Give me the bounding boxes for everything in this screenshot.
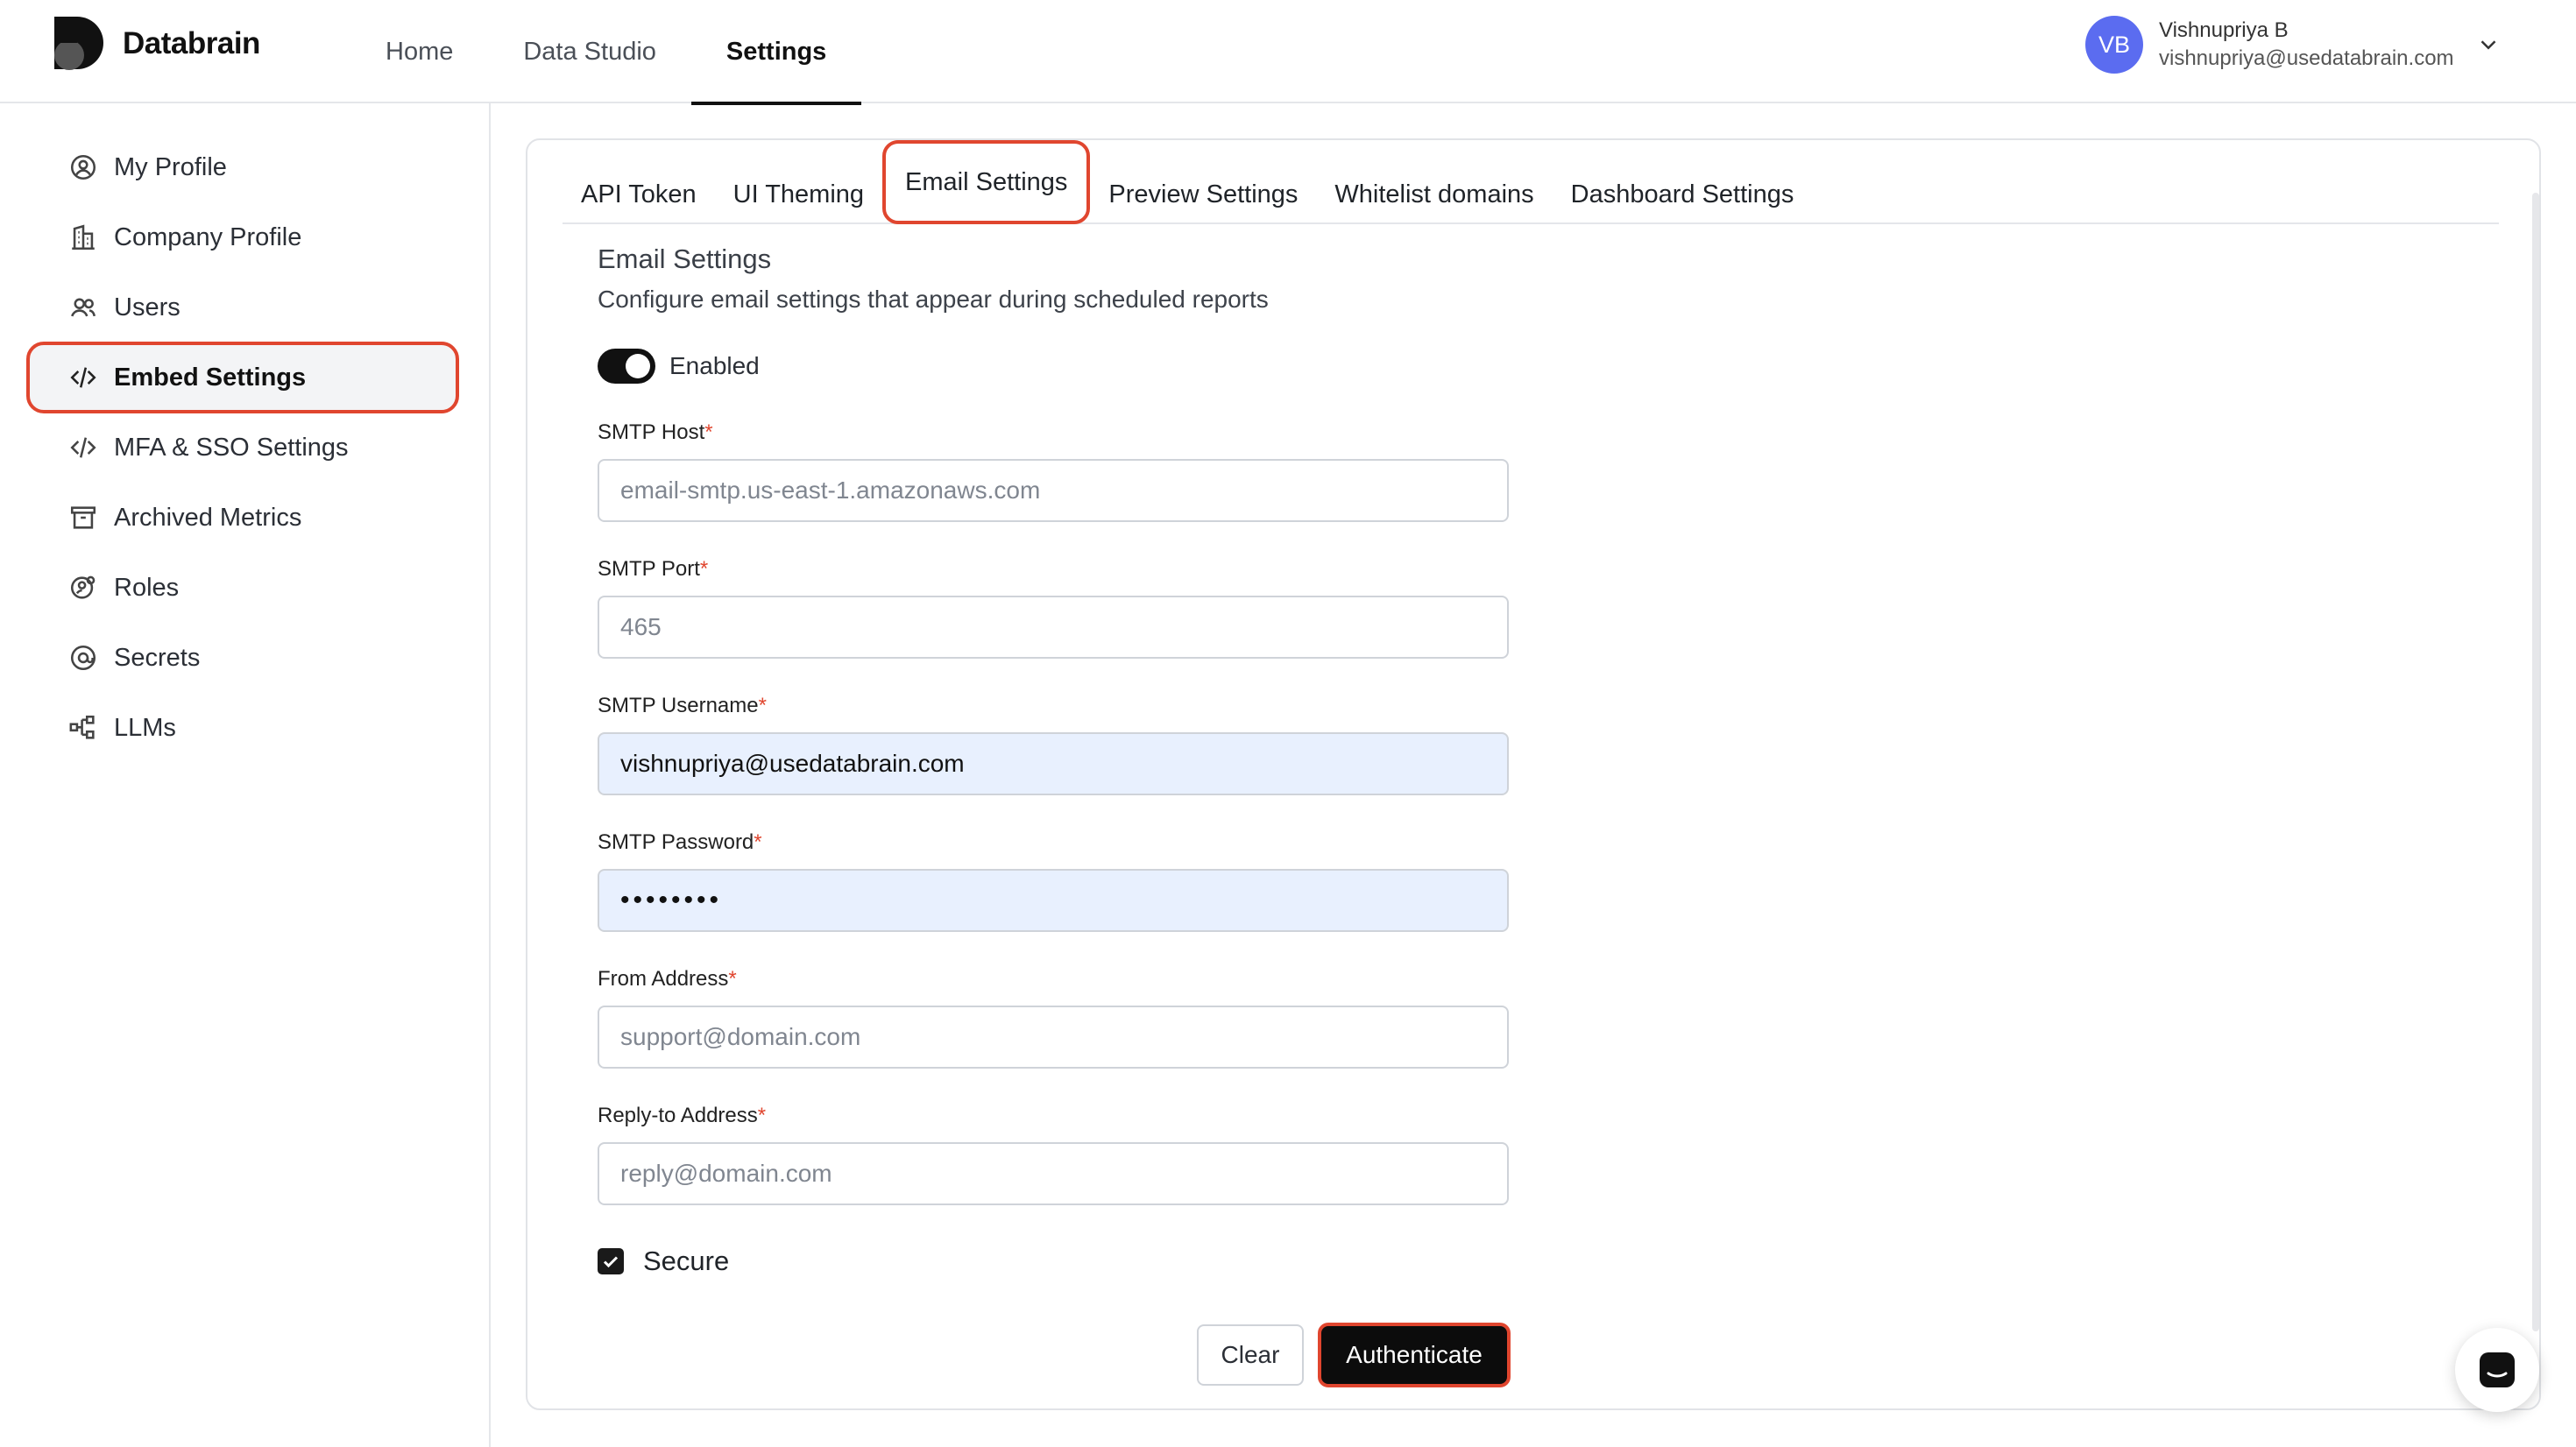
sidebar-item-label: Users <box>114 293 180 321</box>
authenticate-button[interactable]: Authenticate <box>1318 1323 1511 1387</box>
brand-name: Databrain <box>123 26 260 60</box>
smtp-password-label: SMTP Password* <box>598 830 762 854</box>
tab-dashboard-settings[interactable]: Dashboard Settings <box>1553 166 1813 222</box>
sidebar-item-label: Company Profile <box>114 222 302 251</box>
smtp-username-field-group: SMTP Username* vishnupriya@usedatabrain.… <box>598 692 1509 795</box>
sidebar-item-label: My Profile <box>114 152 227 181</box>
smtp-username-label: SMTP Username* <box>598 694 767 717</box>
at-sign-icon <box>70 645 96 671</box>
top-header: Databrain Home Data Studio Settings VB V… <box>0 0 2576 105</box>
smtp-port-input[interactable]: 465 <box>598 596 1509 659</box>
sidebar-item-label: Roles <box>114 573 180 602</box>
enabled-label: Enabled <box>669 352 760 379</box>
enabled-toggle-row: Enabled <box>598 349 760 384</box>
sidebar-item-embed-settings[interactable]: Embed Settings <box>26 342 459 413</box>
code-icon <box>70 437 96 458</box>
reply-to-address-input[interactable]: reply@domain.com <box>598 1142 1509 1205</box>
from-address-field-group: From Address* support@domain.com <box>598 965 1509 1069</box>
databrain-logo-icon <box>54 17 103 70</box>
tab-preview-settings[interactable]: Preview Settings <box>1090 166 1316 222</box>
reply-to-address-label: Reply-to Address* <box>598 1104 767 1127</box>
from-address-input[interactable]: support@domain.com <box>598 1006 1509 1069</box>
sidebar-item-label: Embed Settings <box>114 363 307 392</box>
secure-checkbox-row[interactable]: Secure <box>598 1246 729 1277</box>
settings-tabs: API Token UI Theming Email Settings Prev… <box>563 140 2499 224</box>
section-title: Email Settings <box>598 244 772 274</box>
nav-home[interactable]: Home <box>350 0 488 103</box>
settings-card: API Token UI Theming Email Settings Prev… <box>526 138 2541 1410</box>
user-name: Vishnupriya B <box>2159 18 2289 42</box>
sidebar-item-label: LLMs <box>114 713 176 742</box>
clear-button[interactable]: Clear <box>1197 1324 1304 1386</box>
tab-whitelist-domains[interactable]: Whitelist domains <box>1316 166 1552 222</box>
user-info: Vishnupriya B vishnupriya@usedatabrain.c… <box>2159 17 2454 73</box>
sidebar-item-mfa-sso-settings[interactable]: MFA & SSO Settings <box>30 415 456 480</box>
smtp-host-field-group: SMTP Host* email-smtp.us-east-1.amazonaw… <box>598 419 1509 522</box>
archive-icon <box>70 506 96 529</box>
checkmark-icon <box>603 1256 619 1268</box>
avatar: VB <box>2085 16 2143 74</box>
section-description: Configure email settings that appear dur… <box>598 286 1269 313</box>
user-circle-icon <box>70 154 96 180</box>
smtp-password-input[interactable]: •••••••• <box>598 869 1509 932</box>
sidebar-item-secrets[interactable]: Secrets <box>30 625 456 690</box>
brand-logo-link[interactable]: Databrain <box>54 16 260 72</box>
nav-data-studio[interactable]: Data Studio <box>488 0 691 103</box>
smtp-port-label: SMTP Port* <box>598 557 709 581</box>
smtp-password-field-group: SMTP Password* •••••••• <box>598 829 1509 932</box>
smtp-username-input[interactable]: vishnupriya@usedatabrain.com <box>598 732 1509 795</box>
sidebar-item-label: Archived Metrics <box>114 503 302 532</box>
sidebar-item-archived-metrics[interactable]: Archived Metrics <box>30 485 456 550</box>
chat-support-button[interactable] <box>2455 1328 2539 1412</box>
smtp-host-label: SMTP Host* <box>598 420 713 444</box>
sidebar-item-label: Secrets <box>114 643 201 672</box>
smtp-port-field-group: SMTP Port* 465 <box>598 555 1509 659</box>
tab-api-token[interactable]: API Token <box>563 166 715 222</box>
scrollbar[interactable] <box>2532 193 2539 1331</box>
reply-to-address-field-group: Reply-to Address* reply@domain.com <box>598 1102 1509 1205</box>
sidebar-item-users[interactable]: Users <box>30 275 456 340</box>
sidebar-item-roles[interactable]: Roles <box>30 555 456 620</box>
settings-sidebar: My Profile Company Profile Users Embed S… <box>0 103 491 1447</box>
tab-email-settings[interactable]: Email Settings <box>882 140 1091 224</box>
sidebar-item-company-profile[interactable]: Company Profile <box>30 205 456 270</box>
sidebar-item-label: MFA & SSO Settings <box>114 433 349 462</box>
top-navigation: Home Data Studio Settings <box>350 0 862 105</box>
chat-icon <box>2480 1352 2515 1387</box>
from-address-label: From Address* <box>598 967 737 991</box>
user-email: vishnupriya@usedatabrain.com <box>2159 46 2454 70</box>
user-gear-icon <box>70 575 96 599</box>
network-icon <box>69 715 95 739</box>
chevron-down-icon[interactable] <box>2475 32 2502 58</box>
enabled-toggle[interactable] <box>598 349 655 384</box>
secure-checkbox[interactable] <box>598 1248 624 1274</box>
nav-settings[interactable]: Settings <box>690 0 862 105</box>
building-icon <box>72 224 95 251</box>
smtp-host-input[interactable]: email-smtp.us-east-1.amazonaws.com <box>598 459 1509 522</box>
users-icon <box>71 298 96 317</box>
user-menu[interactable]: VB Vishnupriya B vishnupriya@usedatabrai… <box>2085 16 2502 74</box>
sidebar-item-llms[interactable]: LLMs <box>30 695 456 760</box>
tab-ui-theming[interactable]: UI Theming <box>715 166 882 222</box>
code-icon <box>70 367 96 388</box>
secure-label: Secure <box>643 1246 730 1276</box>
sidebar-item-my-profile[interactable]: My Profile <box>30 135 456 200</box>
